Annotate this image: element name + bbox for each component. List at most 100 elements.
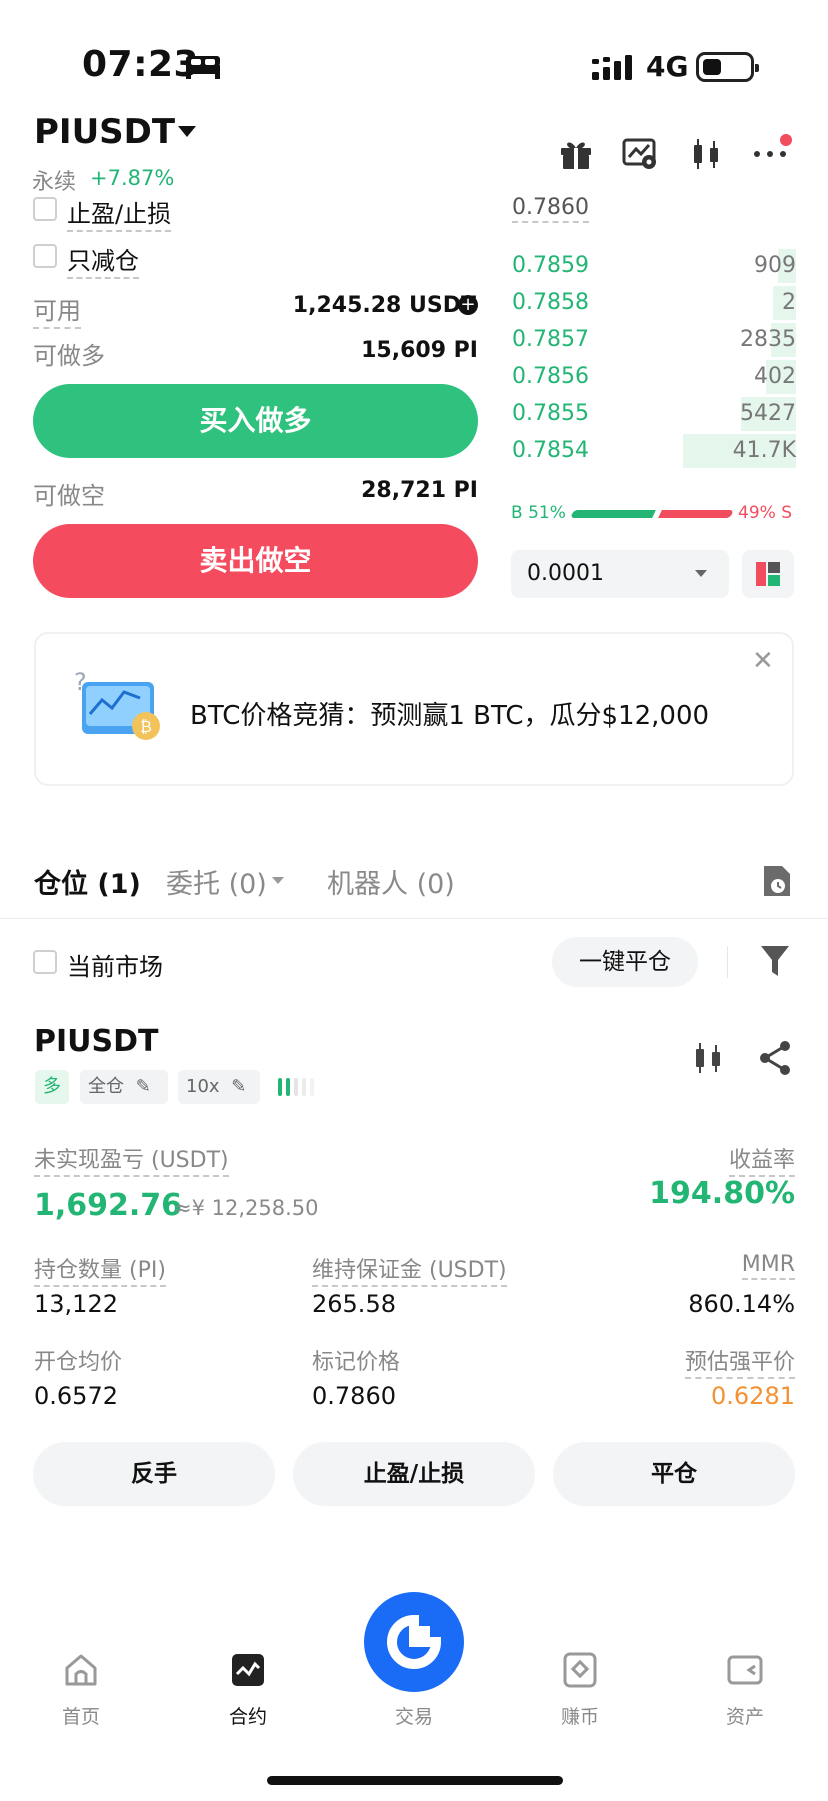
mmr-label: MMR (741, 1252, 795, 1280)
bid-price[interactable]: 0.7859 (512, 253, 589, 278)
available-label: 可用 (33, 291, 81, 329)
bid-price[interactable]: 0.7854 (512, 438, 589, 463)
close-position-button[interactable]: 平仓 (553, 1442, 795, 1506)
bid-qty[interactable]: 2835 (740, 327, 796, 352)
edit-icon: ✎ (231, 1076, 247, 1097)
roe-label: 收益率 (728, 1142, 795, 1177)
share-icon[interactable] (758, 1040, 792, 1076)
leverage-tag[interactable]: 10x ✎ (178, 1070, 260, 1104)
nav-home-label: 首页 (61, 1706, 100, 1728)
bid-price[interactable]: 0.7856 (512, 364, 589, 389)
reverse-button[interactable]: 反手 (33, 1442, 275, 1506)
buy-ratio-bar (570, 510, 656, 518)
tpsl-checkbox[interactable] (33, 197, 57, 221)
entry-price-label: 开仓均价 (34, 1350, 123, 1375)
trade-button[interactable] (364, 1592, 464, 1692)
tpsl-button[interactable]: 止盈/止损 (293, 1442, 535, 1506)
prediction-chart-icon: ? ₿ (74, 668, 160, 740)
margin-mode-tag[interactable]: 全仓 ✎ (80, 1070, 168, 1104)
precision-value: 0.0001 (527, 561, 604, 586)
contract-type: 永续 (32, 170, 77, 195)
buy-ratio: B 51% (511, 503, 566, 523)
close-icon[interactable]: ✕ (752, 646, 774, 676)
leverage-label: 10x (186, 1076, 220, 1097)
banner-text: BTC价格竞猜：预测赢1 BTC，瓜分$12,000 (190, 701, 710, 731)
home-indicator (267, 1776, 563, 1785)
orderbook-layout-icon (756, 562, 780, 586)
mmr-value: 860.14% (688, 1290, 795, 1318)
chart-settings-icon[interactable] (622, 136, 658, 172)
nav-trade-label: 交易 (394, 1706, 433, 1728)
bid-qty[interactable]: 5427 (740, 401, 796, 426)
max-short-label: 可做空 (33, 482, 105, 510)
sleep-focus-icon (186, 56, 220, 79)
available-value: 1,245.28 USDT (292, 293, 476, 318)
last-price: 0.7860 (512, 195, 589, 223)
precision-select[interactable]: 0.0001 (511, 550, 729, 598)
order-history-icon[interactable] (760, 864, 792, 898)
nav-trade[interactable]: 交易 (359, 1702, 469, 1729)
tab-positions[interactable]: 仓位 (1) (34, 862, 141, 901)
buy-long-button[interactable]: 买入做多 (33, 384, 478, 458)
adl-indicator-icon (278, 1078, 314, 1096)
futures-icon (232, 1654, 264, 1686)
sell-ratio: 49% S (738, 503, 792, 523)
svg-text:₿: ₿ (140, 717, 152, 736)
current-market-label: 当前市场 (67, 953, 163, 981)
nav-home[interactable]: 首页 (26, 1650, 136, 1729)
max-short-value: 28,721 PI (361, 478, 478, 503)
current-market-checkbox[interactable] (33, 950, 57, 974)
tpsl-label: 止盈/止损 (67, 194, 172, 232)
maint-margin-label: 维持保证金 (USDT) (312, 1252, 507, 1287)
gift-icon[interactable] (558, 136, 594, 172)
nav-earn[interactable]: 赚币 (525, 1650, 635, 1729)
position-symbol: PIUSDT (34, 1024, 159, 1059)
size-label: 持仓数量 (PI) (34, 1252, 166, 1287)
unrealized-pnl-label: 未实现盈亏 (USDT) (34, 1142, 229, 1177)
liq-price-label: 预估强平价 (684, 1344, 795, 1379)
signal-icon (592, 55, 632, 80)
max-long-label: 可做多 (33, 342, 105, 370)
reduce-only-label: 只减仓 (67, 241, 139, 279)
size-value: 13,122 (34, 1290, 118, 1318)
earn-icon (563, 1652, 597, 1688)
wallet-icon (727, 1655, 763, 1685)
bid-qty[interactable]: 909 (754, 253, 796, 278)
bid-price[interactable]: 0.7858 (512, 290, 589, 315)
orderbook-layout-button[interactable] (742, 550, 794, 598)
nav-assets[interactable]: 资产 (690, 1650, 800, 1729)
nav-futures[interactable]: 合约 (193, 1650, 303, 1729)
orders-dropdown-icon[interactable] (272, 877, 284, 884)
filter-divider (727, 946, 728, 978)
bid-qty[interactable]: 41.7K (733, 438, 796, 463)
battery-icon (696, 52, 759, 82)
bid-qty[interactable]: 402 (754, 364, 796, 389)
bid-price[interactable]: 0.7857 (512, 327, 589, 352)
liq-price-value: 0.6281 (711, 1382, 795, 1410)
nav-earn-label: 赚币 (560, 1706, 599, 1728)
filter-icon[interactable] (760, 944, 790, 978)
home-icon (65, 1654, 97, 1686)
max-long-value: 15,609 PI (361, 338, 478, 363)
candlestick-icon[interactable] (688, 136, 724, 172)
mark-price-value: 0.7860 (312, 1382, 396, 1410)
chevron-down-icon (695, 570, 707, 577)
trade-logo-icon (387, 1614, 442, 1669)
price-change: +7.87% (90, 166, 175, 190)
sell-short-button[interactable]: 卖出做空 (33, 524, 478, 598)
tab-orders[interactable]: 委托 (0) (166, 862, 267, 901)
position-chart-icon[interactable] (692, 1040, 724, 1076)
bid-qty[interactable]: 2 (782, 290, 796, 315)
bid-price[interactable]: 0.7855 (512, 401, 589, 426)
nav-assets-label: 资产 (725, 1706, 764, 1728)
sell-ratio-bar (658, 510, 734, 518)
pair-title[interactable]: PIUSDT (34, 112, 175, 152)
reduce-only-checkbox[interactable] (33, 244, 57, 268)
tab-bots[interactable]: 机器人 (0) (327, 862, 455, 901)
pair-dropdown-caret-icon[interactable] (178, 126, 196, 137)
status-time: 07:23 (82, 44, 200, 85)
close-all-button[interactable]: 一键平仓 (552, 937, 698, 987)
transfer-plus-icon[interactable]: + (454, 294, 478, 315)
unrealized-pnl-value: 1,692.76 (34, 1188, 183, 1223)
edit-icon: ✎ (135, 1076, 151, 1097)
